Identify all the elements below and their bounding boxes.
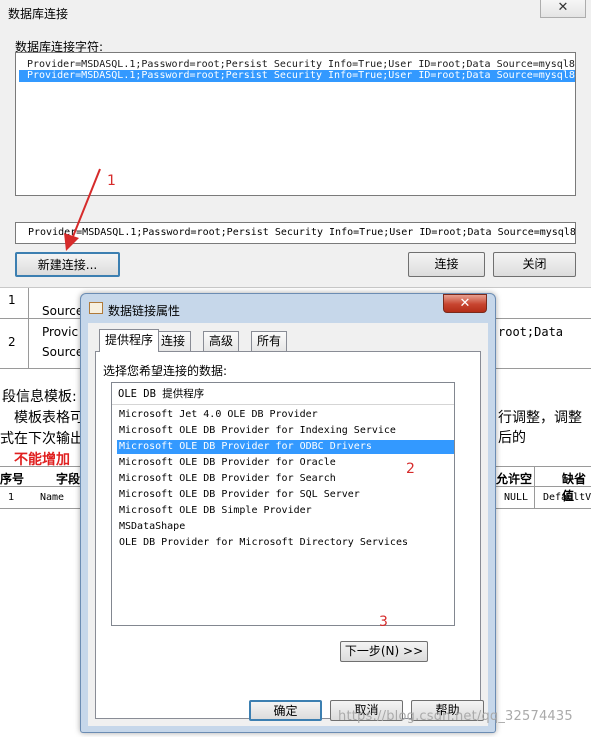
provider-list[interactable]: OLE DB 提供程序 Microsoft Jet 4.0 OLE DB Pro… [111, 382, 455, 626]
tab-provider[interactable]: 提供程序 [99, 329, 160, 352]
table-cell: 2 [8, 335, 16, 349]
list-item[interactable]: Microsoft Jet 4.0 OLE DB Provider [117, 408, 454, 422]
list-item[interactable]: Microsoft OLE DB Provider for Indexing S… [117, 424, 454, 438]
tab-connection[interactable]: 连接 [155, 331, 192, 351]
table-cell: DefaultVal [543, 492, 591, 503]
data-link-properties-dialog: 数据链接属性 ✕ 提供程序 连接 高级 所有 选择您希望连接的数据: OLE D… [80, 293, 496, 733]
table-border [28, 288, 29, 368]
list-header: OLE DB 提供程序 [112, 383, 454, 405]
table-cell: Name [40, 492, 65, 503]
list-item[interactable]: OLE DB Provider for Microsoft Directory … [117, 536, 454, 550]
table-cell: Source [42, 304, 84, 318]
list-item-selected[interactable]: Provider=MSDASQL.1;Password=root;Persist… [19, 70, 575, 82]
list-item[interactable]: Microsoft OLE DB Simple Provider [117, 504, 454, 518]
annotation-number: 2 [406, 461, 415, 477]
data-link-icon [89, 302, 103, 314]
table-cell: root;Data [498, 325, 564, 339]
connect-button[interactable]: 连接 [408, 252, 485, 277]
ok-button[interactable]: 确定 [249, 700, 322, 721]
table-border [496, 466, 591, 467]
arrow-annotation-icon [64, 168, 101, 251]
next-button[interactable]: 下一步(N) >> [340, 641, 428, 662]
close-button[interactable]: 关闭 [493, 252, 576, 277]
table-border [534, 466, 535, 508]
table-header-cell: 序号 [0, 472, 25, 486]
tab-all[interactable]: 所有 [251, 331, 288, 351]
table-header-cell: 允许空 [496, 472, 533, 486]
paragraph-text: 行调整，调整后的 [498, 410, 582, 446]
dialog-title: 数据库连接 [8, 7, 69, 21]
table-border [496, 508, 591, 509]
tab-advanced[interactable]: 高级 [203, 331, 240, 351]
table-border [0, 508, 80, 509]
table-border [0, 368, 80, 369]
annotation-number: 3 [379, 614, 388, 630]
table-cell: Provic [42, 325, 79, 339]
database-connection-dialog: 数据库连接 ✕ 数据库连接字符: Provider=MSDASQL.1;Pass… [0, 0, 591, 288]
table-border [496, 318, 591, 319]
table-border [0, 318, 80, 319]
close-icon[interactable]: ✕ [443, 294, 487, 313]
list-item[interactable]: MSDataShape [117, 520, 454, 534]
table-cell: NULL [504, 492, 529, 503]
table-border [0, 466, 80, 467]
table-cell: 1 [8, 492, 15, 503]
list-item[interactable]: Microsoft OLE DB Provider for SQL Server [117, 488, 454, 502]
table-cell: Source [42, 345, 84, 359]
section-heading: 段信息模板: [2, 389, 77, 405]
paragraph-text: 模板表格可 [14, 410, 84, 426]
close-icon[interactable]: ✕ [540, 0, 586, 18]
new-connection-button[interactable]: 新建连接... [15, 252, 120, 277]
list-item-selected[interactable]: Microsoft OLE DB Provider for ODBC Drive… [117, 440, 454, 454]
table-header-cell: 字段 [56, 472, 81, 486]
table-border [496, 368, 591, 369]
table-cell: 1 [8, 293, 16, 307]
list-item[interactable]: Microsoft OLE DB Provider for Oracle [117, 456, 454, 470]
watermark: https://blog.csdn.net/qq_32574435 [338, 709, 573, 724]
select-data-label: 选择您希望连接的数据: [103, 364, 228, 378]
list-item[interactable]: Microsoft OLE DB Provider for Search [117, 472, 454, 486]
dialog-title: 数据链接属性 [108, 304, 181, 318]
paragraph-text: 式在下次输出 [0, 431, 84, 447]
